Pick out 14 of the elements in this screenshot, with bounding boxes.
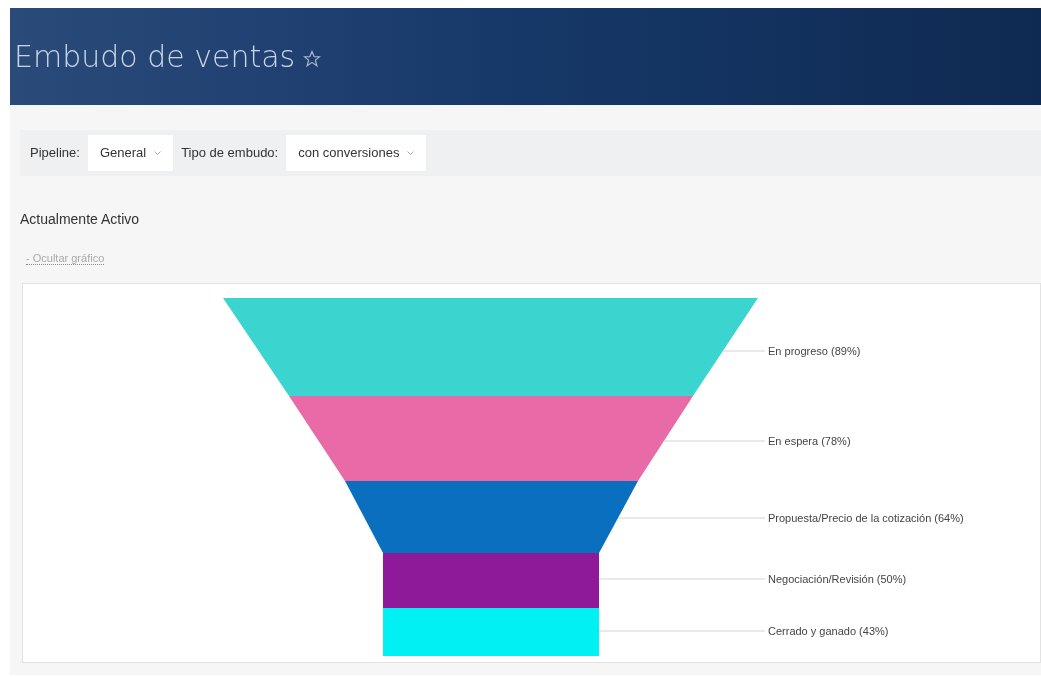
funnel-label: Cerrado y ganado (43%)	[768, 625, 889, 637]
filter-dropdown[interactable]: General	[87, 135, 174, 171]
filter-label: Tipo de embudo:	[181, 144, 279, 163]
star-icon[interactable]	[303, 49, 322, 68]
funnel-label: En progreso (89%)	[768, 345, 861, 357]
caret-icon	[154, 151, 162, 155]
filter-label: Pipeline:	[30, 144, 80, 163]
section-title: Actualmente Activo	[20, 210, 140, 229]
filter-dropdown[interactable]: con conversiones	[286, 135, 427, 171]
funnel-label: En espera (78%)	[768, 435, 851, 447]
funnel-label: Propuesta/Precio de la cotización (64%)	[768, 512, 964, 524]
page-title: Embudo de ventas	[14, 38, 296, 76]
caret-icon	[407, 151, 415, 155]
funnel-label: Negociación/Revisión (50%)	[768, 573, 907, 585]
